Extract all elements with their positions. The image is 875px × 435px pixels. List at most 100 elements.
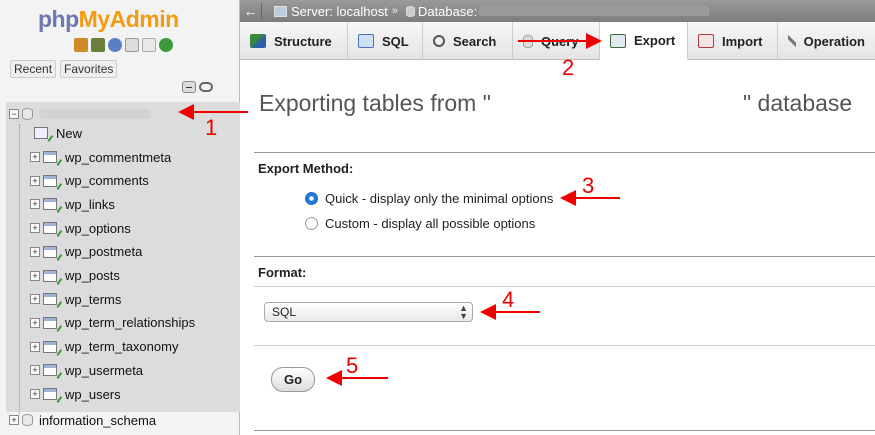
expand-icon[interactable]: + — [30, 317, 40, 328]
search-icon — [433, 35, 445, 47]
custom-option[interactable]: Custom - display all possible options — [305, 216, 535, 231]
table-icon — [43, 198, 57, 211]
table-icon — [43, 222, 57, 235]
breadcrumb-database[interactable]: Database: — [418, 4, 477, 19]
export-icon — [610, 33, 626, 48]
table-row[interactable]: + wp_comments — [30, 170, 149, 192]
collapse-all-icon[interactable] — [182, 81, 196, 93]
help-icon[interactable] — [108, 38, 122, 52]
table-name[interactable]: wp_comments — [65, 173, 149, 188]
tab-structure[interactable]: Structure — [240, 22, 348, 60]
settings-icon[interactable] — [142, 38, 156, 52]
database-tree: − New + wp_commentmeta + wp_comments + wp_lin… — [6, 102, 240, 414]
table-row[interactable]: + wp_posts — [30, 265, 120, 287]
structure-icon — [250, 34, 266, 48]
tab-operations[interactable]: Operation — [778, 22, 875, 60]
table-name[interactable]: wp_posts — [65, 268, 120, 283]
format-title: Format: — [258, 265, 307, 280]
table-row[interactable]: + wp_term_relationships — [30, 312, 195, 334]
expand-icon[interactable]: + — [9, 415, 19, 425]
tree-guide-line — [19, 124, 20, 414]
page-title-suffix: " database — [743, 90, 853, 116]
tab-search[interactable]: Search — [423, 22, 513, 60]
table-name[interactable]: wp_usermeta — [65, 363, 143, 378]
expand-icon[interactable]: + — [30, 365, 40, 376]
breadcrumb-server[interactable]: Server: localhost — [291, 4, 388, 19]
tab-label: Import — [722, 33, 763, 49]
table-icon — [43, 174, 57, 187]
tab-sql[interactable]: SQL — [348, 22, 423, 60]
reload-icon[interactable] — [159, 38, 173, 52]
phpmyadmin-window: phpMyAdmin Recent Favorites − New + wp_c… — [0, 0, 875, 435]
operations-icon — [788, 34, 796, 48]
tree-row-information-schema[interactable]: + information_schema — [9, 409, 156, 431]
expand-icon[interactable]: + — [30, 246, 40, 257]
table-name[interactable]: wp_term_taxonomy — [65, 339, 178, 354]
expand-icon[interactable]: + — [30, 199, 40, 210]
main-panel: ← Server: localhost » Database: Structur… — [240, 0, 875, 435]
database-icon — [22, 414, 33, 426]
tab-label: SQL — [382, 33, 409, 49]
table-row[interactable]: + wp_users — [30, 383, 121, 405]
breadcrumb-separator: » — [391, 5, 398, 17]
home-icon[interactable] — [74, 38, 88, 52]
table-row[interactable]: + wp_terms — [30, 288, 121, 310]
logo-admin: MyAdmin — [78, 6, 180, 32]
expand-icon[interactable]: + — [30, 152, 40, 162]
select-arrows-icon: ▲ ▼ — [459, 303, 468, 321]
table-icon — [43, 269, 57, 282]
tab-export[interactable]: Export — [600, 22, 688, 60]
table-row[interactable]: + wp_term_taxonomy — [30, 336, 178, 358]
table-name[interactable]: wp_options — [65, 221, 131, 236]
database-name-redacted — [479, 6, 710, 16]
divider — [254, 256, 875, 257]
back-arrow-icon[interactable]: ← — [240, 3, 262, 19]
tab-label: Search — [453, 33, 497, 49]
recent-tab[interactable]: Recent — [10, 60, 57, 78]
tab-label: Export — [634, 33, 676, 48]
expand-icon[interactable]: + — [30, 389, 40, 399]
expand-icon[interactable]: + — [30, 223, 40, 234]
quick-option[interactable]: Quick - display only the minimal options — [305, 191, 553, 206]
new-table-icon — [34, 127, 48, 139]
quick-radio[interactable] — [305, 192, 318, 205]
logout-icon[interactable] — [91, 38, 105, 52]
table-row[interactable]: + wp_commentmeta — [30, 146, 171, 168]
new-label: New — [56, 125, 83, 141]
table-row[interactable]: + wp_postmeta — [30, 241, 142, 263]
tab-query[interactable]: Query — [513, 22, 600, 60]
table-icon — [43, 151, 57, 163]
link-icon[interactable] — [199, 82, 213, 92]
phpmyadmin-logo[interactable]: phpMyAdmin — [38, 6, 179, 33]
tab-label: Query — [541, 33, 579, 49]
docs-icon[interactable] — [125, 38, 139, 52]
table-row[interactable]: + wp_options — [30, 217, 131, 239]
table-row[interactable]: + wp_usermeta — [30, 359, 143, 381]
format-select[interactable]: SQL ▲ ▼ — [264, 302, 473, 322]
expand-icon[interactable]: + — [30, 294, 40, 305]
quick-option-label[interactable]: Quick - display only the minimal options — [325, 191, 553, 206]
format-selected-value: SQL — [272, 305, 297, 319]
table-name[interactable]: wp_commentmeta — [65, 150, 171, 165]
favorites-tab[interactable]: Favorites — [60, 60, 118, 78]
expand-icon[interactable]: + — [30, 341, 40, 352]
collapse-icon[interactable]: − — [9, 109, 19, 119]
expand-icon[interactable]: + — [30, 270, 40, 281]
divider — [254, 345, 875, 346]
table-name[interactable]: wp_postmeta — [65, 244, 142, 259]
logo-php: php — [38, 6, 79, 32]
table-name[interactable]: wp_links — [65, 197, 115, 212]
custom-radio[interactable] — [305, 217, 318, 230]
information-schema-label: information_schema — [39, 412, 157, 428]
tab-import[interactable]: Import — [688, 22, 778, 60]
custom-option-label[interactable]: Custom - display all possible options — [325, 216, 535, 231]
breadcrumb: ← Server: localhost » Database: — [240, 0, 875, 22]
table-name[interactable]: wp_users — [65, 387, 121, 402]
table-name[interactable]: wp_terms — [65, 292, 121, 307]
divider — [254, 430, 875, 431]
go-button[interactable]: Go — [271, 367, 315, 392]
table-row[interactable]: + wp_links — [30, 193, 115, 215]
tree-row-new[interactable]: New — [34, 122, 82, 144]
expand-icon[interactable]: + — [30, 175, 40, 186]
table-name[interactable]: wp_term_relationships — [65, 315, 195, 330]
